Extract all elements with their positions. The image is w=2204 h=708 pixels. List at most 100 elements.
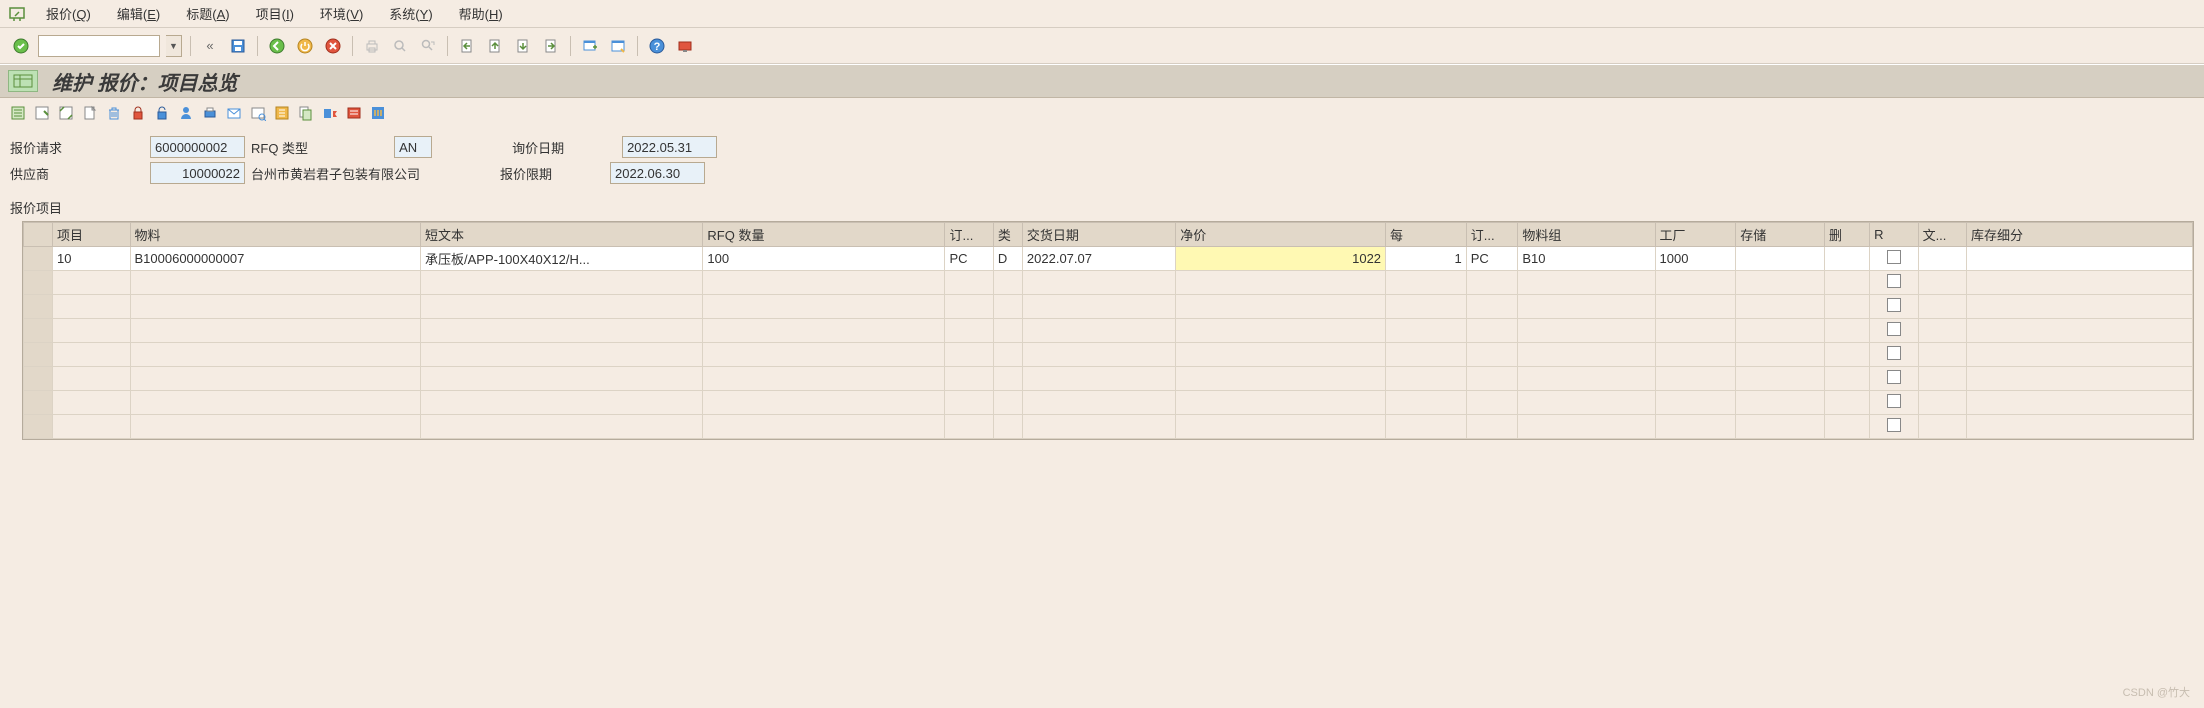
items-grid: 项目 物料 短文本 RFQ 数量 订... 类 交货日期 净价 每 订... 物…	[22, 221, 2194, 440]
col-delivery-date[interactable]: 交货日期	[1022, 223, 1175, 247]
quote-deadline-field[interactable]: 2022.06.30	[610, 162, 705, 184]
menu-help[interactable]: 帮助(H)	[447, 1, 515, 26]
col-order-pu[interactable]: 订...	[1466, 223, 1518, 247]
customize-icon[interactable]	[674, 35, 696, 57]
detail-icon[interactable]	[8, 103, 28, 123]
menu-item[interactable]: 项目(I)	[244, 1, 306, 26]
col-cat[interactable]: 类	[993, 223, 1022, 247]
copy-icon[interactable]	[296, 103, 316, 123]
col-stock-seg[interactable]: 库存细分	[1966, 223, 2192, 247]
po-history-icon[interactable]	[344, 103, 364, 123]
help-icon[interactable]: ?	[646, 35, 668, 57]
cell-short-text[interactable]: 承压板/APP-100X40X12/H...	[420, 247, 702, 271]
services-icon[interactable]	[320, 103, 340, 123]
find-next-icon[interactable]	[417, 35, 439, 57]
vendor-code-field[interactable]: 10000022	[150, 162, 245, 184]
lock-icon[interactable]	[128, 103, 148, 123]
vendor-icon[interactable]	[176, 103, 196, 123]
col-delete[interactable]: 删	[1824, 223, 1869, 247]
col-rfq-qty[interactable]: RFQ 数量	[703, 223, 945, 247]
cancel-icon[interactable]	[322, 35, 344, 57]
col-material-group[interactable]: 物料组	[1518, 223, 1655, 247]
overview-icon[interactable]	[32, 103, 52, 123]
menu-quote[interactable]: 报价(Q)	[34, 1, 103, 26]
messages-icon[interactable]	[224, 103, 244, 123]
r-checkbox[interactable]	[1887, 298, 1901, 312]
exit-icon[interactable]	[294, 35, 316, 57]
cell-plant[interactable]: 1000	[1655, 247, 1736, 271]
save-icon[interactable]	[227, 35, 249, 57]
schedule-icon[interactable]	[56, 103, 76, 123]
items-section-label: 报价项目	[0, 188, 2204, 221]
first-page-icon[interactable]	[456, 35, 478, 57]
next-page-icon[interactable]	[512, 35, 534, 57]
unlock-icon[interactable]	[152, 103, 172, 123]
r-checkbox[interactable]	[1887, 274, 1901, 288]
cell-text[interactable]	[1918, 247, 1966, 271]
layout-icon[interactable]	[607, 35, 629, 57]
cell-order-pu[interactable]: PC	[1466, 247, 1518, 271]
rfq-type-field[interactable]: AN	[394, 136, 432, 158]
table-row-empty	[24, 343, 2193, 367]
inquiry-date-field[interactable]: 2022.05.31	[622, 136, 717, 158]
cell-storage[interactable]	[1736, 247, 1825, 271]
menu-bar: 报价(Q) 编辑(E) 标题(A) 项目(I) 环境(V) 系统(Y) 帮助(H…	[0, 0, 2204, 28]
col-per[interactable]: 每	[1386, 223, 1467, 247]
cell-delete[interactable]	[1824, 247, 1869, 271]
menu-environment[interactable]: 环境(V)	[308, 1, 375, 26]
col-text[interactable]: 文...	[1918, 223, 1966, 247]
col-material[interactable]: 物料	[130, 223, 420, 247]
app-menu-icon[interactable]	[8, 5, 26, 23]
sub-toolbar	[0, 98, 2204, 128]
r-checkbox[interactable]	[1887, 250, 1901, 264]
enter-icon[interactable]	[10, 35, 32, 57]
cell-material[interactable]: B10006000000007	[130, 247, 420, 271]
title-icon[interactable]	[8, 70, 38, 92]
cell-stock-seg[interactable]	[1966, 247, 2192, 271]
col-r[interactable]: R	[1870, 223, 1918, 247]
new-item-icon[interactable]	[80, 103, 100, 123]
col-plant[interactable]: 工厂	[1655, 223, 1736, 247]
cell-cat[interactable]: D	[993, 247, 1022, 271]
cell-material-group[interactable]: B10	[1518, 247, 1655, 271]
find-icon[interactable]	[389, 35, 411, 57]
table-row: 10 B10006000000007 承压板/APP-100X40X12/H..…	[24, 247, 2193, 271]
account-icon[interactable]	[272, 103, 292, 123]
print-icon[interactable]	[361, 35, 383, 57]
cell-net-price[interactable]: 1022	[1176, 247, 1386, 271]
addl-data-icon[interactable]	[368, 103, 388, 123]
command-input[interactable]	[38, 35, 160, 57]
col-order-unit[interactable]: 订...	[945, 223, 993, 247]
cell-item[interactable]: 10	[53, 247, 130, 271]
quote-deadline-label: 报价限期	[500, 164, 610, 183]
r-checkbox[interactable]	[1887, 418, 1901, 432]
col-storage[interactable]: 存储	[1736, 223, 1825, 247]
conditions-icon[interactable]	[248, 103, 268, 123]
last-page-icon[interactable]	[540, 35, 562, 57]
menu-system[interactable]: 系统(Y)	[377, 1, 444, 26]
command-dropdown[interactable]: ▼	[166, 35, 182, 57]
r-checkbox[interactable]	[1887, 346, 1901, 360]
prev-page-icon[interactable]	[484, 35, 506, 57]
col-item[interactable]: 项目	[53, 223, 130, 247]
cell-per[interactable]: 1	[1386, 247, 1467, 271]
back-icon[interactable]	[266, 35, 288, 57]
col-short-text[interactable]: 短文本	[420, 223, 702, 247]
cell-order-unit[interactable]: PC	[945, 247, 993, 271]
cell-rfq-qty[interactable]: 100	[703, 247, 945, 271]
r-checkbox[interactable]	[1887, 394, 1901, 408]
r-checkbox[interactable]	[1887, 370, 1901, 384]
row-selector[interactable]	[24, 247, 53, 271]
menu-edit[interactable]: 编辑(E)	[105, 1, 172, 26]
col-net-price[interactable]: 净价	[1176, 223, 1386, 247]
print-preview-icon[interactable]	[200, 103, 220, 123]
back-double-icon[interactable]: «	[199, 35, 221, 57]
cell-delivery-date[interactable]: 2022.07.07	[1022, 247, 1175, 271]
new-session-icon[interactable]	[579, 35, 601, 57]
rfq-request-field[interactable]: 6000000002	[150, 136, 245, 158]
r-checkbox[interactable]	[1887, 322, 1901, 336]
cell-r[interactable]	[1870, 247, 1918, 271]
col-selector[interactable]	[24, 223, 53, 247]
delete-icon[interactable]	[104, 103, 124, 123]
menu-header[interactable]: 标题(A)	[174, 1, 241, 26]
